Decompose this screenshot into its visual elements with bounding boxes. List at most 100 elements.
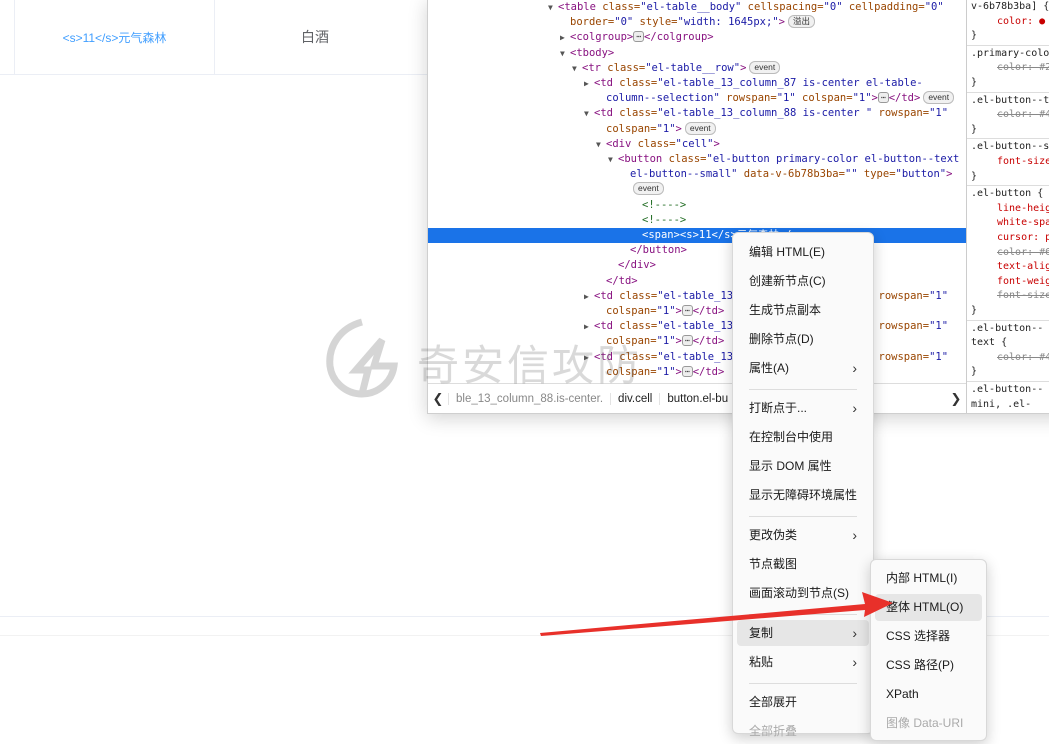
dom-token: "1" <box>929 320 949 333</box>
dom-token: "button" <box>895 168 947 181</box>
dom-token: <td <box>594 77 620 89</box>
menu-item[interactable]: 节点截图 <box>737 551 869 577</box>
dom-token: class= <box>619 77 658 89</box>
menu-item[interactable]: 全部折叠 <box>737 718 869 744</box>
style-rule-line: color: #4 <box>997 109 1049 121</box>
dom-node-line[interactable]: <!----> <box>428 198 966 213</box>
style-rule-line: .el-button--t <box>971 94 1049 106</box>
dom-node-line[interactable]: ▶<td class="el-table_13_column_90 is-cen… <box>428 319 966 334</box>
submenu-item[interactable]: 内部 HTML(I) <box>875 565 982 592</box>
divider <box>967 319 1049 321</box>
expanded-triangle-icon[interactable]: ▼ <box>572 61 582 76</box>
submenu-item[interactable]: 整体 HTML(O) <box>875 594 982 621</box>
dom-node-line[interactable]: border="0" style="width: 1645px;"> 溢出 <box>428 15 966 30</box>
menu-item[interactable]: 生成节点副本 <box>737 297 869 323</box>
menu-item[interactable]: 全部展开 <box>737 689 869 715</box>
dom-node-line[interactable]: el-button--small" data-v-6b78b3ba="" typ… <box>428 167 966 182</box>
menu-item[interactable]: 复制 › <box>737 620 869 646</box>
dom-node-line[interactable]: </button> <box>428 243 966 258</box>
collapsed-triangle-icon[interactable]: ▶ <box>584 319 594 334</box>
chevron-right-icon: › <box>852 625 857 641</box>
expanded-triangle-icon[interactable]: ▼ <box>608 152 618 167</box>
submenu-item[interactable]: XPath <box>875 681 982 708</box>
dom-node-line[interactable]: ▼ <table class="el-table__body" cellspaci… <box>428 0 966 15</box>
dom-token: </colgroup> <box>644 31 714 44</box>
ellipsis-toggle[interactable]: ⋯ <box>681 365 693 377</box>
dom-node-line[interactable]: colspan="1"> ⋯ </td> <box>428 365 966 380</box>
menu-item[interactable]: 编辑 HTML(E) <box>737 239 869 265</box>
dom-node-line[interactable]: <!----> <box>428 213 966 228</box>
menu-item-label: 节点截图 <box>749 557 798 571</box>
expanded-triangle-icon[interactable]: ▼ <box>560 46 570 61</box>
ellipsis-toggle[interactable]: ⋯ <box>681 335 693 347</box>
breadcrumb-item[interactable]: button.el-bu <box>659 393 735 405</box>
menu-item[interactable]: 显示无障碍环境属性 <box>737 482 869 508</box>
dom-token: "1" <box>656 335 676 348</box>
dom-node-line[interactable]: </div> <box>428 258 966 273</box>
product-name-link[interactable]: <s>11</s>元气森林 <box>15 0 215 74</box>
dom-token: <button <box>618 153 669 165</box>
dom-token: > <box>740 61 747 74</box>
dom-node-line[interactable]: ▼ <tr class="el-table__row"> event <box>428 60 966 76</box>
menu-item-label: 删除节点(D) <box>749 332 814 346</box>
ellipsis-toggle[interactable]: ⋯ <box>681 305 693 316</box>
dom-node-line[interactable]: ▶ <td class="el-table_13_column_87 is-cen… <box>428 76 966 91</box>
dom-node-line[interactable]: ▶<td class="el-table_13_column_91 is-cen… <box>428 350 966 365</box>
dom-node-line[interactable]: ▼ <td class="el-table_13_column_88 is-cen… <box>428 106 966 121</box>
dom-token: <tr <box>582 61 608 74</box>
expanded-triangle-icon[interactable]: ▼ <box>584 106 594 121</box>
style-rule-line: } <box>971 77 978 88</box>
menu-item[interactable]: 显示 DOM 属性 <box>737 453 869 479</box>
event-badge[interactable]: event <box>684 121 716 135</box>
menu-item[interactable]: 属性(A) › <box>737 355 869 381</box>
event-badge[interactable]: 溢出 <box>787 15 815 29</box>
dom-node-line[interactable]: ▼ <div class="cell"> <box>428 137 966 152</box>
dom-token: "1" <box>929 289 949 302</box>
collapsed-triangle-icon[interactable]: ▶ <box>584 350 594 365</box>
expanded-triangle-icon[interactable]: ▼ <box>548 0 558 15</box>
dom-token: <colgroup> <box>570 31 634 44</box>
menu-item[interactable]: 粘贴 › <box>737 649 869 675</box>
dom-node-line[interactable]: colspan="1"> ⋯ </td> <box>428 334 966 349</box>
event-badge[interactable]: event <box>633 182 664 196</box>
dom-tree[interactable]: ▼ <table class="el-table__body" cellspaci… <box>428 0 966 383</box>
chevron-right-icon: › <box>852 360 857 376</box>
ellipsis-toggle[interactable]: ⋯ <box>877 92 889 104</box>
menu-item[interactable]: 画面滚动到节点(S) <box>737 580 869 606</box>
breadcrumb-item[interactable]: ble_13_column_88.is-center. <box>448 393 610 405</box>
breadcrumb-item[interactable]: div.cell <box>610 393 659 405</box>
dom-node-line[interactable]: </td> <box>428 274 966 289</box>
collapsed-triangle-icon[interactable]: ▶ <box>584 289 594 304</box>
event-badge[interactable]: event <box>923 91 955 105</box>
dom-node-line[interactable]: ▶ <colgroup> ⋯ </colgroup> <box>428 30 966 45</box>
event-badge[interactable]: event <box>749 60 781 74</box>
menu-item[interactable]: 创建新节点(C) <box>737 268 869 294</box>
submenu-item[interactable]: CSS 路径(P) <box>875 652 982 679</box>
dom-node-line[interactable]: ▼ <button class="el-button primary-color … <box>428 152 966 167</box>
dom-node-line[interactable]: colspan="1"> ⋯ </td> <box>428 304 966 319</box>
dom-node-line[interactable]: column--selection" rowspan="1" colspan="… <box>428 91 966 106</box>
expanded-triangle-icon[interactable]: ▼ <box>596 137 606 152</box>
dom-token: "1" <box>656 122 676 135</box>
menu-item[interactable]: 在控制台中使用 <box>737 424 869 450</box>
menu-item[interactable]: 更改伪类 › <box>737 522 869 548</box>
dom-node-line[interactable]: ▼ <tbody> <box>428 46 966 61</box>
menu-item[interactable]: 打断点于... › <box>737 395 869 421</box>
menu-item[interactable]: 删除节点(D) <box>737 326 869 352</box>
dom-node-line[interactable]: event <box>428 182 966 197</box>
dom-node-selected[interactable]: <span><s>11</s>元气森林</span> <box>428 228 966 243</box>
menu-item-label: 编辑 HTML(E) <box>749 245 825 259</box>
dom-node-line[interactable]: ▶<td class="el-table_13_column_89 is-cen… <box>428 289 966 304</box>
dom-token: class= <box>619 320 658 333</box>
dom-token: rowspan= <box>872 350 930 363</box>
submenu-item[interactable]: CSS 选择器 <box>875 623 982 650</box>
ellipsis-toggle[interactable]: ⋯ <box>633 31 645 43</box>
submenu-item[interactable]: 图像 Data-URI <box>875 710 982 737</box>
collapsed-triangle-icon[interactable]: ▶ <box>584 76 594 91</box>
dom-token: column--selection" <box>606 92 720 105</box>
chevron-left-icon[interactable]: ❮ <box>428 391 448 407</box>
collapsed-triangle-icon[interactable]: ▶ <box>560 30 570 45</box>
style-rule-line: } <box>971 123 978 135</box>
chevron-right-icon[interactable]: ❯ <box>946 391 966 407</box>
dom-node-line[interactable]: colspan="1"> event <box>428 121 966 137</box>
